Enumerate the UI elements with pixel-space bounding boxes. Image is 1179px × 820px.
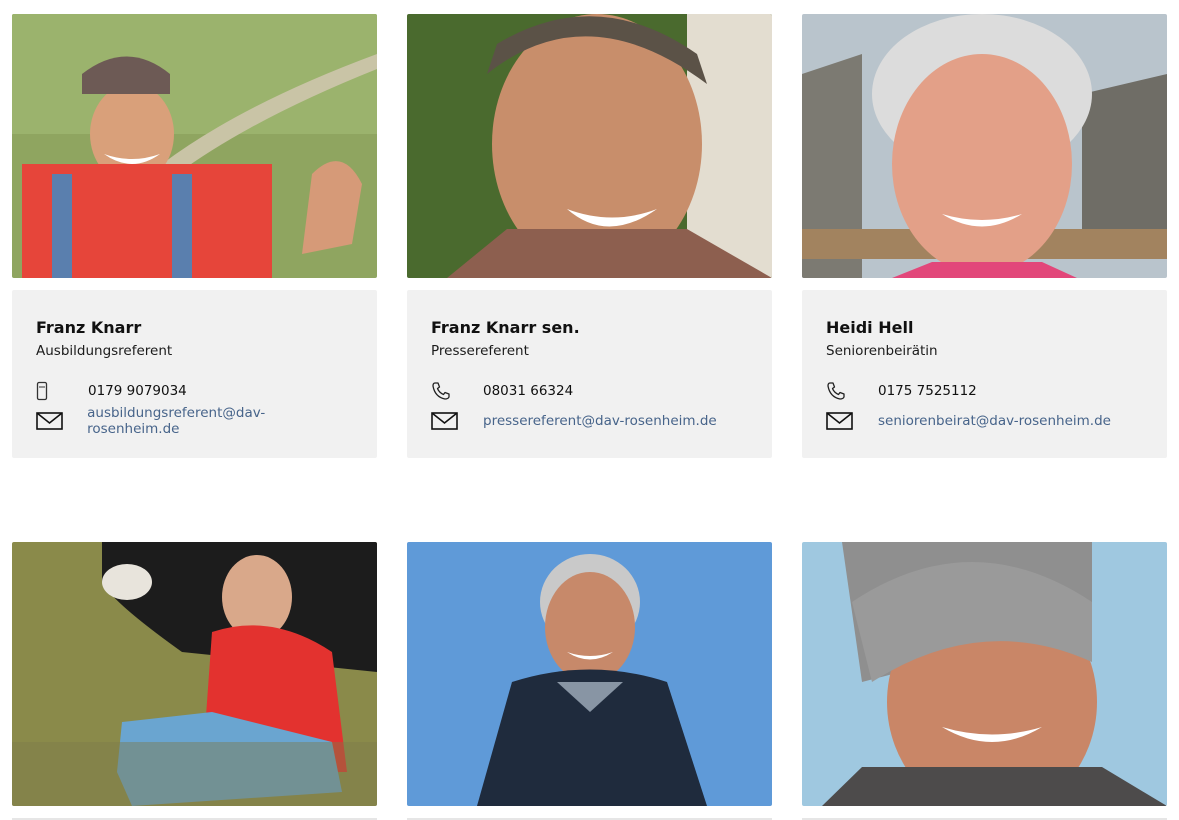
person-role: Seniorenbeirätin [826,343,938,359]
envelope-icon [431,412,483,430]
team-card: Franz Knarr Ausbildungsreferent 0179 907… [12,14,377,458]
envelope-icon [826,412,878,430]
portrait-photo [12,14,377,278]
team-card: Franz Knarr sen. Pressereferent 08031 66… [407,14,772,458]
phone-handset-icon [431,381,483,401]
mobile-phone-icon [36,381,88,401]
phone-row: 0175 7525112 [826,380,1143,402]
contact-box: Franz Knarr Ausbildungsreferent 0179 907… [12,290,377,458]
portrait-photo [802,14,1167,278]
email-row: pressereferent@dav-rosenheim.de [431,410,748,432]
team-card [12,542,377,806]
contact-box: Franz Knarr sen. Pressereferent 08031 66… [407,290,772,458]
phone-number[interactable]: 0179 9079034 [88,383,187,399]
phone-number[interactable]: 08031 66324 [483,383,573,399]
person-name: Heidi Hell [826,318,914,337]
portrait-photo [802,542,1167,806]
team-card [802,542,1167,806]
person-name: Franz Knarr [36,318,142,337]
portrait-photo [12,542,377,806]
email-row: seniorenbeirat@dav-rosenheim.de [826,410,1143,432]
envelope-icon [36,412,87,430]
phone-row: 08031 66324 [431,380,748,402]
email-link[interactable]: ausbildungsreferent@dav-rosenheim.de [87,405,353,437]
person-name: Franz Knarr sen. [431,318,580,337]
portrait-photo [407,542,772,806]
email-row: ausbildungsreferent@dav-rosenheim.de [36,405,353,437]
email-link[interactable]: pressereferent@dav-rosenheim.de [483,413,717,429]
portrait-photo [407,14,772,278]
team-card [407,542,772,806]
person-role: Ausbildungsreferent [36,343,173,359]
phone-row: 0179 9079034 [36,380,353,402]
email-link[interactable]: seniorenbeirat@dav-rosenheim.de [878,413,1111,429]
phone-number[interactable]: 0175 7525112 [878,383,977,399]
person-role: Pressereferent [431,343,529,359]
team-card: Heidi Hell Seniorenbeirätin 0175 7525112… [802,14,1167,458]
phone-handset-icon [826,381,878,401]
contact-box: Heidi Hell Seniorenbeirätin 0175 7525112… [802,290,1167,458]
